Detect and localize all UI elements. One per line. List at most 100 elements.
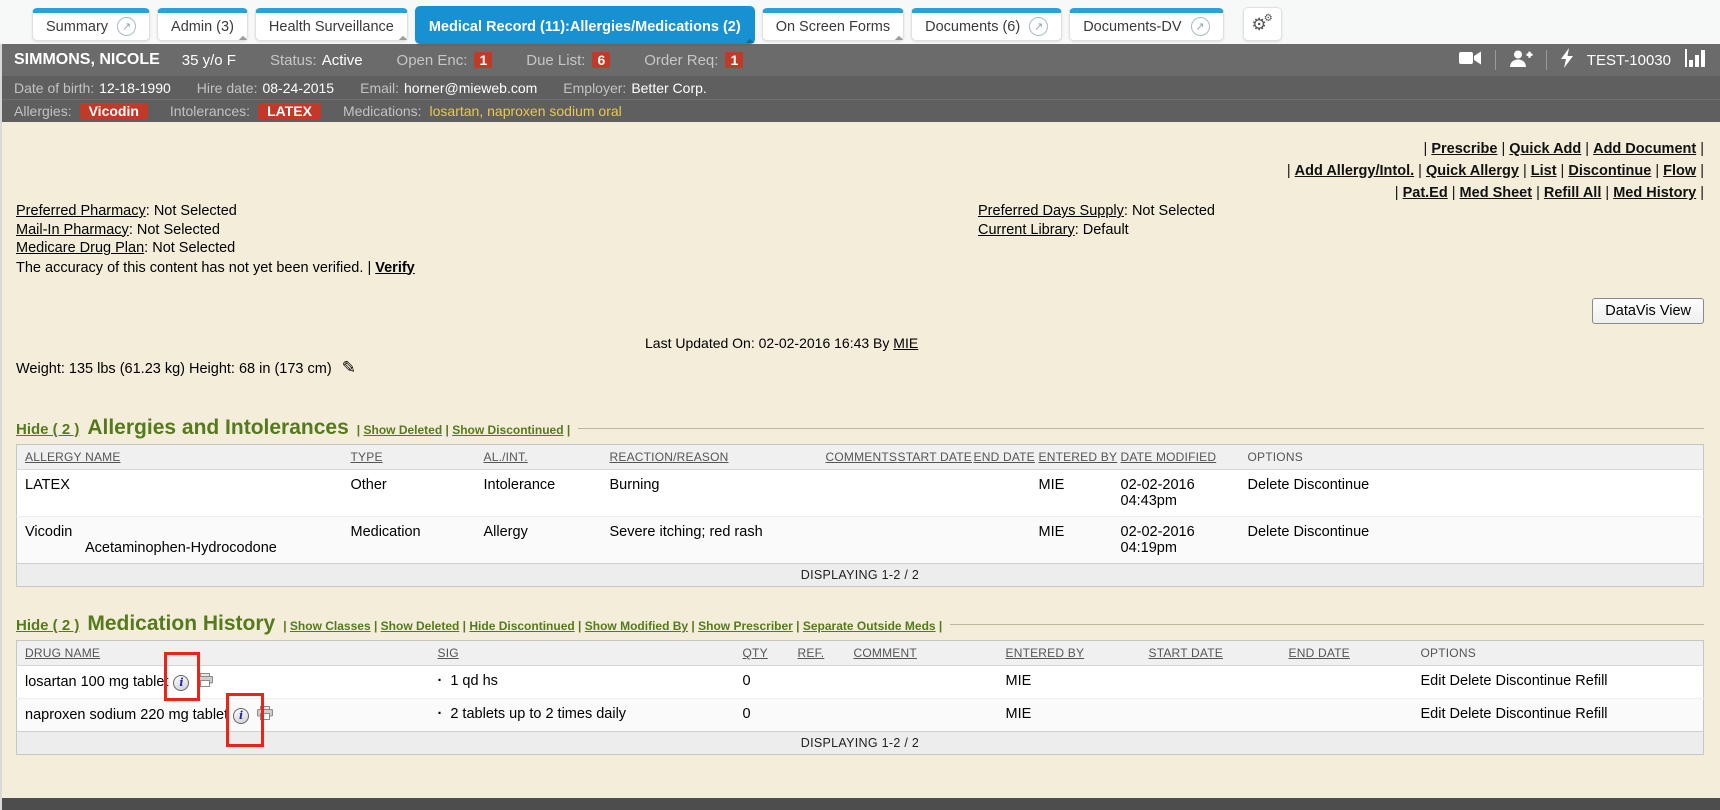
- order-req-badge[interactable]: 1: [725, 52, 743, 68]
- link-refill[interactable]: Refill: [1575, 706, 1607, 722]
- dob-value: 12-18-1990: [99, 80, 171, 96]
- link-delete[interactable]: Delete: [1450, 706, 1492, 722]
- link-delete[interactable]: Delete: [1450, 673, 1492, 689]
- separator: |: [459, 619, 469, 633]
- separator: |: [283, 619, 290, 633]
- tab-documents-dv[interactable]: Documents-DV ↗: [1069, 8, 1223, 41]
- allergies-section-links: | Show Deleted | Show Discontinued |: [357, 423, 570, 437]
- col-comment: COMMENT: [854, 646, 917, 660]
- open-enc-label: Open Enc:: [397, 52, 468, 69]
- divider: [1546, 50, 1547, 70]
- due-list-badge[interactable]: 6: [592, 52, 610, 68]
- external-link-icon[interactable]: ↗: [1191, 17, 1210, 36]
- link-edit[interactable]: Edit: [1421, 706, 1446, 722]
- meds-hide-link[interactable]: Hide ( 2 ): [16, 617, 79, 634]
- last-updated-line: Last Updated On: 02-02-2016 16:43 By MIE: [645, 335, 918, 351]
- tab-health-surveillance-label: Health Surveillance: [269, 19, 394, 35]
- tab-health-surveillance[interactable]: Health Surveillance: [255, 8, 408, 41]
- printer-icon[interactable]: [197, 675, 213, 691]
- separator: |: [371, 619, 381, 633]
- link-edit[interactable]: Edit: [1421, 673, 1446, 689]
- verify-link[interactable]: Verify: [375, 260, 415, 276]
- link-show-modified-by[interactable]: Show Modified By: [585, 619, 688, 633]
- quick-links-row-1: | Prescribe | Quick Add | Add Document |: [1287, 138, 1704, 160]
- video-camera-icon[interactable]: [1458, 49, 1482, 71]
- allergy-name-cell: LATEX: [17, 470, 343, 517]
- allergies-hide-link[interactable]: Hide ( 2 ): [16, 421, 79, 438]
- link-show-classes[interactable]: Show Classes: [290, 619, 371, 633]
- drug-info-icon[interactable]: i: [173, 675, 189, 691]
- link-discontinue[interactable]: Discontinue: [1495, 706, 1571, 722]
- col-ref: REF.: [798, 646, 825, 660]
- link-pat-ed[interactable]: Pat.Ed: [1403, 185, 1448, 201]
- tab-medical-record[interactable]: Medical Record (11):Allergies/Medication…: [415, 6, 755, 44]
- link-flow[interactable]: Flow: [1663, 163, 1696, 179]
- allergies-section: Hide ( 2 ) Allergies and Intolerances | …: [16, 416, 1704, 587]
- link-med-history[interactable]: Med History: [1613, 185, 1696, 201]
- col-type: TYPE: [351, 450, 383, 464]
- link-show-deleted[interactable]: Show Deleted: [381, 619, 460, 633]
- medicare-plan-link[interactable]: Medicare Drug Plan: [16, 240, 144, 256]
- separator: |: [1414, 163, 1426, 179]
- separator: |: [575, 619, 585, 633]
- col-end-date: END DATE: [1289, 646, 1350, 660]
- add-person-icon[interactable]: [1509, 49, 1533, 72]
- bar-chart-icon[interactable]: [1684, 49, 1706, 71]
- link-separate-outside-meds[interactable]: Separate Outside Meds: [803, 619, 936, 633]
- preferred-pharmacy-link[interactable]: Preferred Pharmacy: [16, 203, 146, 219]
- tab-bar: Summary ↗ Admin (3) Health Surveillance …: [0, 0, 1720, 44]
- link-refill-all[interactable]: Refill All: [1544, 185, 1601, 201]
- open-enc-badge[interactable]: 1: [474, 52, 492, 68]
- medications-value[interactable]: losartan, naproxen sodium oral: [430, 103, 622, 119]
- link-discontinue[interactable]: Discontinue: [1495, 673, 1571, 689]
- lightning-bolt-icon[interactable]: [1560, 48, 1574, 72]
- tab-on-screen-forms[interactable]: On Screen Forms: [762, 8, 904, 41]
- email-value: horner@mieweb.com: [404, 80, 537, 96]
- tab-documents[interactable]: Documents (6) ↗: [911, 8, 1062, 41]
- link-show-prescriber[interactable]: Show Prescriber: [698, 619, 793, 633]
- meds-header-row: DRUG NAME SIG QTY REF. COMMENT ENTERED B…: [17, 641, 1704, 666]
- link-show-deleted[interactable]: Show Deleted: [363, 423, 442, 437]
- mailin-pharmacy-line: Mail-In Pharmacy: Not Selected: [16, 221, 415, 240]
- last-updated-by-link[interactable]: MIE: [893, 335, 918, 351]
- allergy-badge[interactable]: Vicodin: [80, 103, 148, 119]
- tab-settings[interactable]: ⚙ ⚙: [1243, 7, 1282, 41]
- days-supply-link[interactable]: Preferred Days Supply: [978, 203, 1124, 219]
- link-add-allergy-intol-[interactable]: Add Allergy/Intol.: [1295, 163, 1415, 179]
- quick-links-row-3: | Pat.Ed | Med Sheet | Refill All | Med …: [1287, 182, 1704, 204]
- allergy-name-cell: Vicodin Acetaminophen-Hydrocodone: [17, 517, 343, 564]
- link-discontinue[interactable]: Discontinue: [1293, 477, 1369, 493]
- link-quick-allergy[interactable]: Quick Allergy: [1426, 163, 1519, 179]
- link-quick-add[interactable]: Quick Add: [1509, 141, 1581, 157]
- link-delete[interactable]: Delete: [1248, 524, 1290, 540]
- due-list-label: Due List:: [526, 52, 585, 69]
- medication-table: DRUG NAME SIG QTY REF. COMMENT ENTERED B…: [16, 640, 1704, 755]
- link-show-discontinued[interactable]: Show Discontinued: [452, 423, 563, 437]
- link-add-document[interactable]: Add Document: [1593, 141, 1696, 157]
- link-discontinue[interactable]: Discontinue: [1568, 163, 1651, 179]
- link-hide-discontinued[interactable]: Hide Discontinued: [469, 619, 574, 633]
- link-discontinue[interactable]: Discontinue: [1293, 524, 1369, 540]
- external-link-icon[interactable]: ↗: [1029, 17, 1048, 36]
- allergies-table: ALLERGY NAME TYPE AL./INT. REACTION/REAS…: [16, 444, 1704, 587]
- separator: |: [1519, 163, 1531, 179]
- drug-info-icon[interactable]: i: [233, 708, 249, 724]
- datavis-view-button[interactable]: DataVis View: [1592, 298, 1704, 324]
- link-prescribe[interactable]: Prescribe: [1431, 141, 1497, 157]
- table-row: Vicodin Acetaminophen-Hydrocodone Medica…: [17, 517, 1704, 564]
- printer-icon[interactable]: [257, 708, 273, 724]
- vitals-line: Weight: 135 lbs (61.23 kg) Height: 68 in…: [16, 358, 356, 378]
- edit-pencil-icon[interactable]: ✎: [342, 358, 356, 377]
- tab-admin[interactable]: Admin (3): [157, 8, 248, 41]
- link-delete[interactable]: Delete: [1248, 477, 1290, 493]
- table-row: naproxen sodium 220 mg tableti 2 tablets…: [17, 699, 1704, 732]
- link-med-sheet[interactable]: Med Sheet: [1460, 185, 1533, 201]
- current-library-link[interactable]: Current Library: [978, 222, 1075, 238]
- external-link-icon[interactable]: ↗: [117, 17, 136, 36]
- separator: |: [1557, 163, 1569, 179]
- mailin-pharmacy-link[interactable]: Mail-In Pharmacy: [16, 222, 129, 238]
- link-refill[interactable]: Refill: [1575, 673, 1607, 689]
- intolerance-badge[interactable]: LATEX: [258, 103, 321, 119]
- tab-summary[interactable]: Summary ↗: [32, 8, 150, 41]
- link-list[interactable]: List: [1531, 163, 1557, 179]
